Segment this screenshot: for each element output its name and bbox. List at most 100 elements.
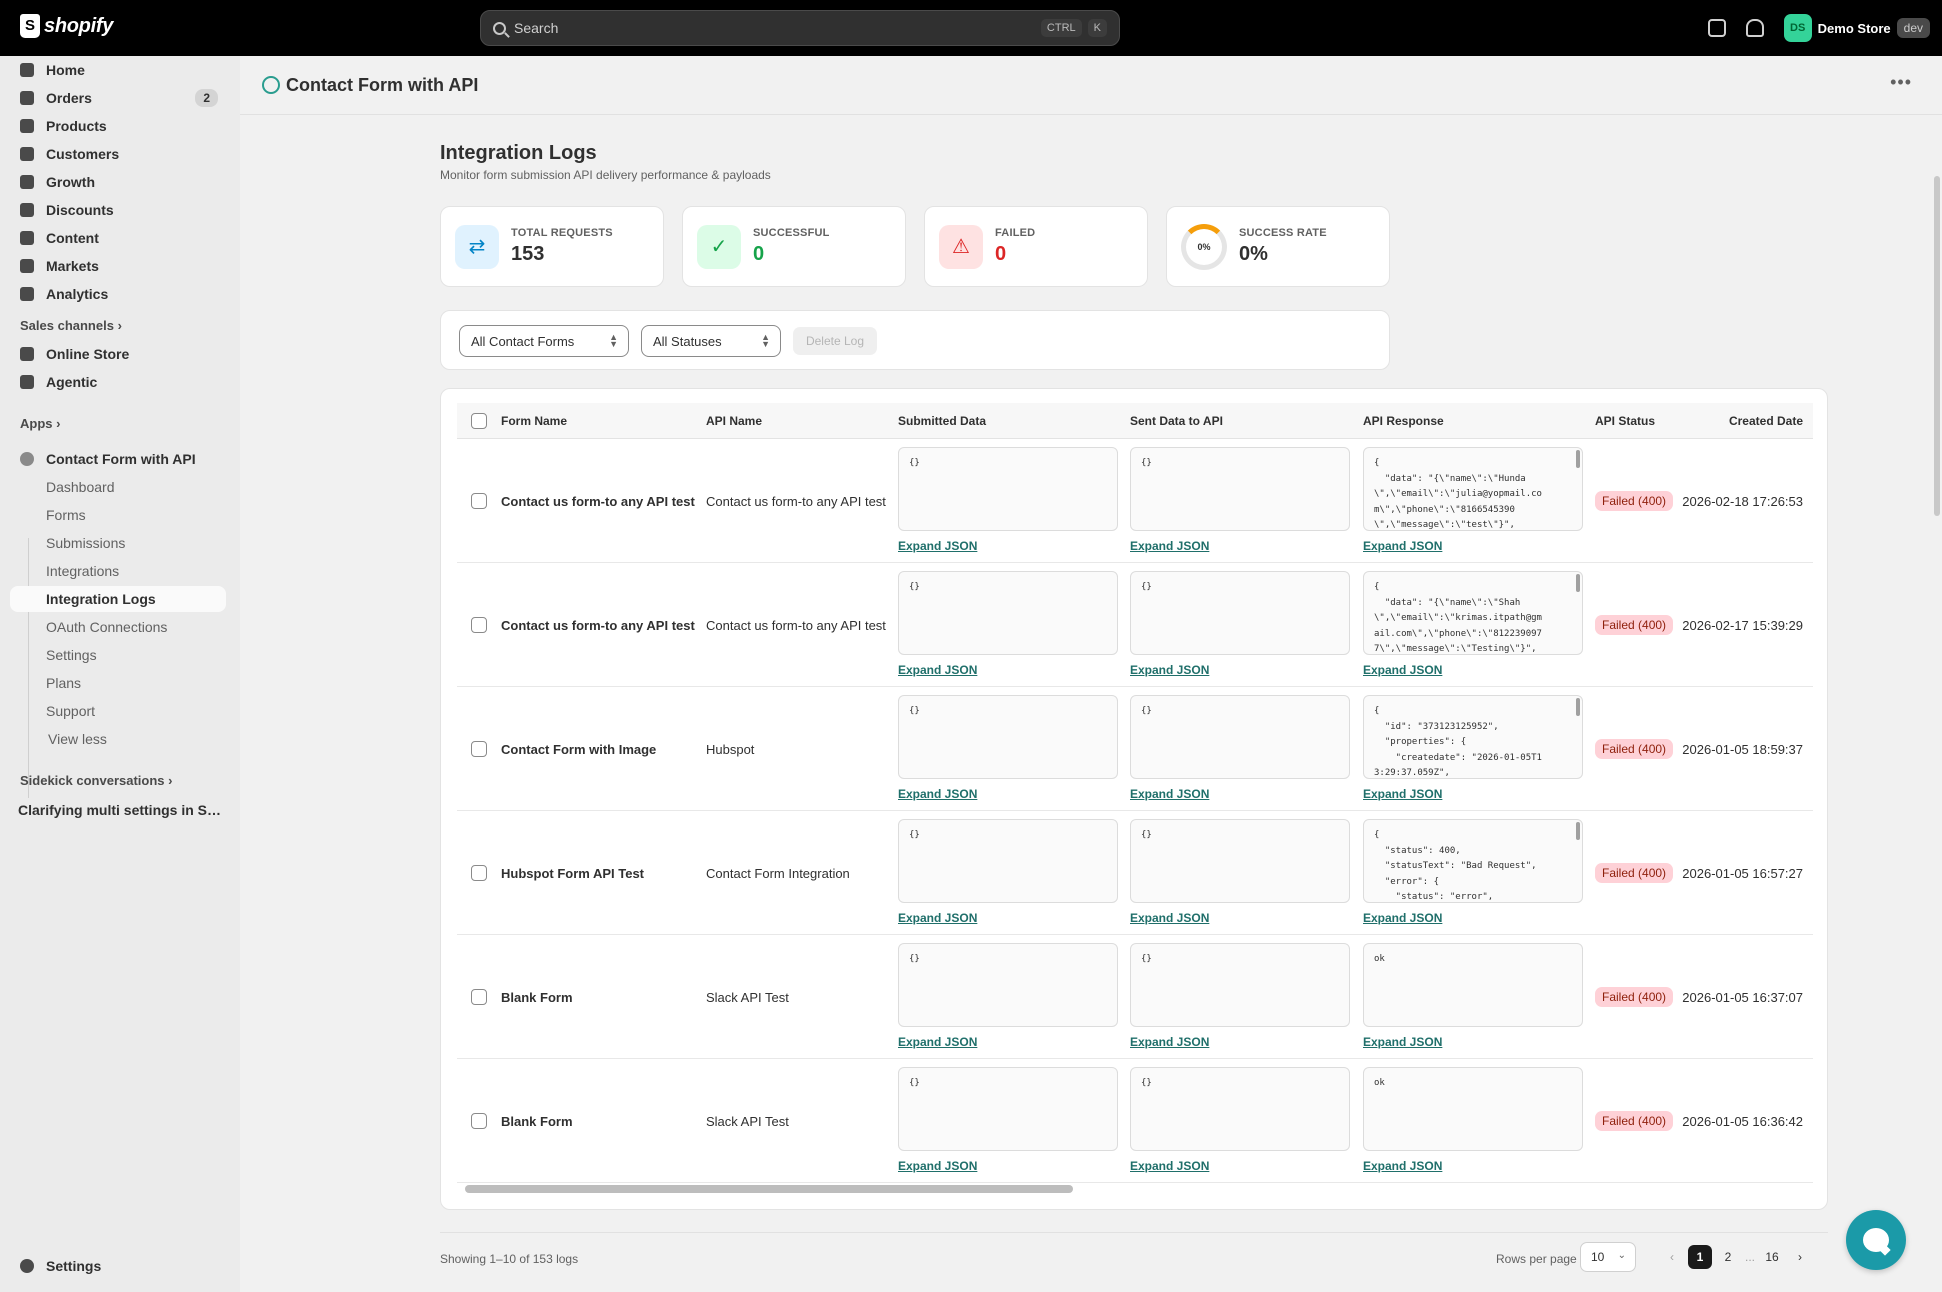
box-scrollbar[interactable]	[1576, 698, 1580, 716]
rows-per-page-label: Rows per page	[1496, 1252, 1577, 1266]
sidekick-icon[interactable]	[1707, 19, 1726, 37]
sidekick-heading[interactable]: Sidekick conversations ›	[20, 773, 172, 788]
sent-data-box[interactable]: {}	[1130, 695, 1350, 779]
delete-log-button[interactable]: Delete Log	[793, 327, 877, 355]
submitted-data-box[interactable]: {}	[898, 695, 1118, 779]
submitted-data-box[interactable]: {}	[898, 943, 1118, 1027]
sent-data-box[interactable]: {}	[1130, 447, 1350, 531]
expand-submitted-link[interactable]: Expand JSON	[898, 1035, 977, 1049]
sidebar-item-markets[interactable]: Markets	[10, 252, 226, 280]
expand-sent-link[interactable]: Expand JSON	[1130, 663, 1209, 677]
bell-icon[interactable]	[1745, 19, 1764, 37]
expand-sent-link[interactable]: Expand JSON	[1130, 911, 1209, 925]
box-scrollbar[interactable]	[1576, 822, 1580, 840]
col-sent-data[interactable]: Sent Data to API	[1130, 414, 1223, 428]
form-filter-select[interactable]: All Contact Forms ▲ ▼	[459, 325, 629, 357]
sidebar-item-contact-form-app[interactable]: Contact Form with API	[10, 445, 226, 473]
page-2-button[interactable]: 2	[1716, 1245, 1740, 1269]
row-checkbox[interactable]	[471, 493, 487, 509]
sidebar-sub-support[interactable]: Support	[10, 698, 226, 724]
submitted-data-box[interactable]: {}	[898, 1067, 1118, 1151]
submitted-data-box[interactable]: {}	[898, 571, 1118, 655]
expand-response-link[interactable]: Expand JSON	[1363, 1159, 1442, 1173]
expand-response-link[interactable]: Expand JSON	[1363, 911, 1442, 925]
submitted-data-box[interactable]: {}	[898, 447, 1118, 531]
chat-launcher-button[interactable]	[1846, 1210, 1906, 1270]
horizontal-scrollbar[interactable]	[465, 1185, 1073, 1193]
col-created-date[interactable]: Created Date	[1729, 414, 1803, 428]
sidebar-item-agentic[interactable]: Agentic	[10, 368, 226, 396]
expand-response-link[interactable]: Expand JSON	[1363, 787, 1442, 801]
col-api-name[interactable]: API Name	[706, 414, 762, 428]
sidebar-item-orders[interactable]: Orders 2	[10, 84, 226, 112]
submitted-data-box[interactable]: {}	[898, 819, 1118, 903]
row-checkbox[interactable]	[471, 865, 487, 881]
expand-submitted-link[interactable]: Expand JSON	[898, 1159, 977, 1173]
sent-data-box[interactable]: {}	[1130, 819, 1350, 903]
apps-heading[interactable]: Apps ›	[20, 416, 60, 431]
sent-data-box[interactable]: {}	[1130, 1067, 1350, 1151]
sidebar-item-products[interactable]: Products	[10, 112, 226, 140]
col-submitted-data[interactable]: Submitted Data	[898, 414, 986, 428]
col-api-response[interactable]: API Response	[1363, 414, 1444, 428]
more-actions-icon[interactable]: •••	[1890, 72, 1912, 93]
sidebar-item-customers[interactable]: Customers	[10, 140, 226, 168]
sidebar-item-online-store[interactable]: Online Store	[10, 340, 226, 368]
sidebar-sub-oauth[interactable]: OAuth Connections	[10, 614, 226, 640]
status-filter-select[interactable]: All Statuses ▲ ▼	[641, 325, 781, 357]
row-checkbox[interactable]	[471, 617, 487, 633]
sidebar-sub-settings[interactable]: Settings	[10, 642, 226, 668]
expand-response-link[interactable]: Expand JSON	[1363, 1035, 1442, 1049]
expand-submitted-link[interactable]: Expand JSON	[898, 539, 977, 553]
expand-sent-link[interactable]: Expand JSON	[1130, 1159, 1209, 1173]
expand-response-link[interactable]: Expand JSON	[1363, 663, 1442, 677]
conversation-item[interactable]: Clarifying multi settings in Sho...	[18, 802, 228, 818]
sidebar-sub-submissions[interactable]: Submissions	[10, 530, 226, 556]
vertical-scrollbar[interactable]	[1934, 176, 1940, 516]
row-checkbox[interactable]	[471, 989, 487, 1005]
api-response-box[interactable]: { "status": 400, "statusText": "Bad Requ…	[1363, 819, 1583, 903]
store-menu[interactable]: DS Demo Store dev	[1783, 14, 1930, 42]
expand-sent-link[interactable]: Expand JSON	[1130, 1035, 1209, 1049]
sidebar-view-less[interactable]: View less	[10, 726, 226, 752]
select-all-checkbox[interactable]	[471, 413, 487, 429]
prev-page-icon[interactable]: ‹	[1660, 1245, 1684, 1269]
row-checkbox[interactable]	[471, 741, 487, 757]
next-page-icon[interactable]: ›	[1788, 1245, 1812, 1269]
sidebar-item-analytics[interactable]: Analytics	[10, 280, 226, 308]
sales-channels-heading[interactable]: Sales channels ›	[20, 318, 122, 333]
sidebar-sub-forms[interactable]: Forms	[10, 502, 226, 528]
sidebar-sub-plans[interactable]: Plans	[10, 670, 226, 696]
api-response-box[interactable]: ok	[1363, 1067, 1583, 1151]
expand-sent-link[interactable]: Expand JSON	[1130, 787, 1209, 801]
page-1-button[interactable]: 1	[1688, 1245, 1712, 1269]
rows-per-page-select[interactable]: 10 ⌄	[1580, 1242, 1636, 1272]
sidebar-item-settings[interactable]: Settings	[10, 1252, 226, 1280]
expand-submitted-link[interactable]: Expand JSON	[898, 663, 977, 677]
expand-response-link[interactable]: Expand JSON	[1363, 539, 1442, 553]
sidebar-item-growth[interactable]: Growth	[10, 168, 226, 196]
api-response-box[interactable]: { "data": "{\"name\":\"Hunda \",\"email\…	[1363, 447, 1583, 531]
col-api-status[interactable]: API Status	[1595, 414, 1655, 428]
box-scrollbar[interactable]	[1576, 450, 1580, 468]
sidebar-item-discounts[interactable]: Discounts	[10, 196, 226, 224]
sidebar-item-home[interactable]: Home	[10, 56, 226, 84]
sent-data-box[interactable]: {}	[1130, 571, 1350, 655]
search-input[interactable]: Search CTRL K	[480, 10, 1120, 46]
api-response-box[interactable]: { "data": "{\"name\":\"Shah \",\"email\"…	[1363, 571, 1583, 655]
row-checkbox[interactable]	[471, 1113, 487, 1129]
sidebar-sub-integration-logs[interactable]: Integration Logs	[10, 586, 226, 612]
sidebar-item-content[interactable]: Content	[10, 224, 226, 252]
expand-sent-link[interactable]: Expand JSON	[1130, 539, 1209, 553]
col-form-name[interactable]: Form Name	[501, 414, 567, 428]
expand-submitted-link[interactable]: Expand JSON	[898, 911, 977, 925]
sidebar-sub-dashboard[interactable]: Dashboard	[10, 474, 226, 500]
sent-data-box[interactable]: {}	[1130, 943, 1350, 1027]
page-16-button[interactable]: 16	[1760, 1245, 1784, 1269]
sidebar-sub-integrations[interactable]: Integrations	[10, 558, 226, 584]
expand-submitted-link[interactable]: Expand JSON	[898, 787, 977, 801]
api-response-box[interactable]: ok	[1363, 943, 1583, 1027]
box-scrollbar[interactable]	[1576, 574, 1580, 592]
shopify-logo[interactable]: shopify	[20, 14, 113, 38]
api-response-box[interactable]: { "id": "373123125952", "properties": { …	[1363, 695, 1583, 779]
